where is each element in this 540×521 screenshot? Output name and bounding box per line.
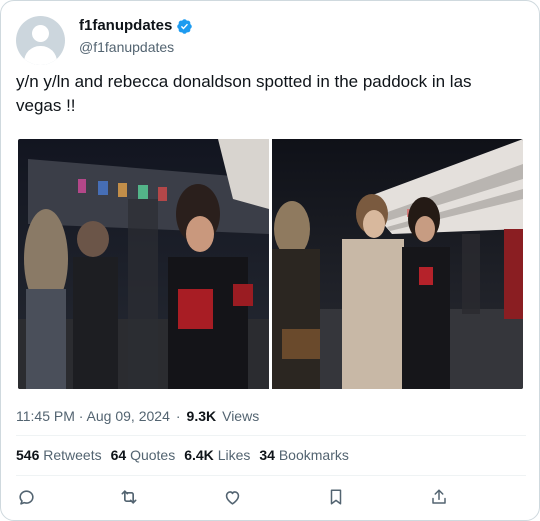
bookmarks-count: 34: [259, 447, 275, 463]
avatar-body-shape: [24, 46, 57, 65]
avatar[interactable]: [16, 16, 65, 65]
share-button[interactable]: [428, 486, 450, 508]
reply-button[interactable]: [15, 486, 37, 508]
tweet-card: f1fanupdates @f1fanupdates y/n y/ln and …: [0, 0, 540, 521]
views-count: 9.3K: [186, 408, 217, 424]
engagement-stats: 546 Retweets 64 Quotes 6.4K Likes 34 Boo…: [16, 447, 349, 463]
verified-badge-icon: [177, 18, 193, 34]
retweets-label: Retweets: [43, 447, 102, 463]
paddock-photo-left: [18, 139, 269, 389]
quotes-count: 64: [110, 447, 127, 463]
media-photo-1[interactable]: [18, 139, 269, 389]
display-name[interactable]: f1fanupdates: [79, 16, 172, 36]
retweet-icon: [121, 490, 137, 504]
quotes-label: Quotes: [130, 447, 176, 463]
tweet-meta: 11:45 PM · Aug 09, 2024 · 9.3K Views: [16, 408, 259, 424]
divider: [16, 475, 526, 476]
retweet-button[interactable]: [118, 486, 140, 508]
likes-stat[interactable]: 6.4K Likes: [184, 447, 250, 463]
bookmark-button[interactable]: [325, 486, 347, 508]
views-label: Views: [222, 408, 260, 424]
tweet-timestamp[interactable]: 11:45 PM · Aug 09, 2024: [16, 408, 170, 424]
retweets-stat[interactable]: 546 Retweets: [16, 447, 102, 463]
bookmarks-label: Bookmarks: [278, 447, 349, 463]
paddock-photo-right: [272, 139, 523, 389]
quotes-stat[interactable]: 64 Quotes: [111, 447, 176, 463]
user-handle[interactable]: @f1fanupdates: [79, 39, 174, 55]
action-bar: [15, 486, 451, 508]
name-row: f1fanupdates: [79, 16, 193, 36]
retweets-count: 546: [16, 447, 40, 463]
media-photo-2[interactable]: [272, 139, 523, 389]
divider: [16, 435, 526, 436]
reply-icon: [18, 489, 34, 505]
meta-separator: ·: [175, 408, 181, 424]
media-grid: [18, 139, 523, 389]
bookmarks-stat[interactable]: 34 Bookmarks: [259, 447, 349, 463]
tweet-text: y/n y/ln and rebecca donaldson spotted i…: [16, 72, 472, 115]
likes-label: Likes: [217, 447, 251, 463]
likes-count: 6.4K: [184, 447, 214, 463]
share-icon: [432, 489, 446, 504]
bookmark-icon: [330, 489, 342, 505]
avatar-head-shape: [32, 25, 49, 42]
like-icon: [225, 490, 239, 505]
like-button[interactable]: [221, 486, 243, 508]
